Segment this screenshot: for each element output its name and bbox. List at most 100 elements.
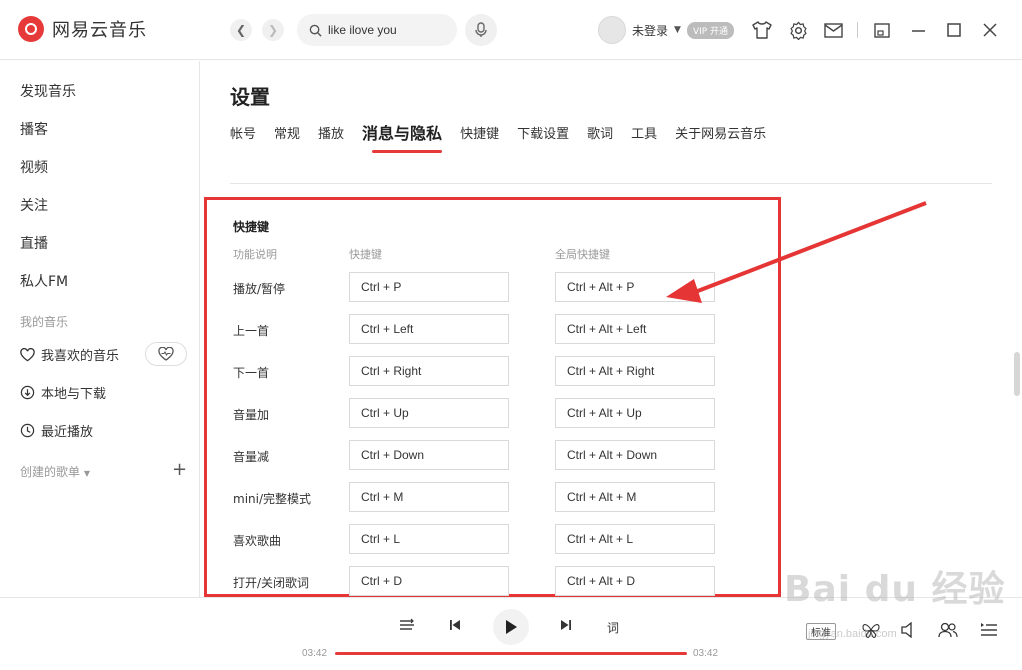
shortcut-input[interactable]: Ctrl + Left: [349, 314, 509, 344]
sidebar-item-discover[interactable]: 发现音乐: [20, 81, 76, 101]
shortcut-input[interactable]: Ctrl + Right: [349, 356, 509, 386]
add-playlist-button[interactable]: +: [172, 459, 187, 480]
app-title: 网易云音乐: [52, 20, 147, 41]
back-button[interactable]: ❮: [230, 19, 252, 41]
sidebar-item-liked-music[interactable]: 我喜欢的音乐: [20, 345, 119, 364]
sidebar-item-local-download[interactable]: 本地与下载: [20, 383, 106, 402]
search-input[interactable]: [328, 23, 448, 37]
vip-badge[interactable]: VIP 开通: [686, 21, 735, 39]
global-shortcut-input[interactable]: Ctrl + Alt + Left: [555, 314, 715, 344]
shortcut-input[interactable]: Ctrl + L: [349, 524, 509, 554]
playlist-mode-button[interactable]: [399, 618, 415, 632]
play-button[interactable]: [493, 609, 529, 645]
global-shortcut-input[interactable]: Ctrl + Alt + D: [555, 566, 715, 596]
tab-account[interactable]: 帐号: [230, 123, 256, 144]
skin-button[interactable]: [751, 19, 773, 41]
settings-button[interactable]: [787, 19, 809, 41]
app-logo[interactable]: 网易云音乐: [18, 16, 147, 42]
tshirt-icon: [752, 21, 772, 39]
column-header-shortcut: 快捷键: [349, 248, 382, 261]
global-shortcut-input[interactable]: Ctrl + Alt + P: [555, 272, 715, 302]
mini-mode-icon: [874, 22, 890, 38]
current-time: 03:42: [302, 648, 328, 659]
progress-bar[interactable]: [335, 652, 687, 655]
my-music-heading: 我的音乐: [20, 315, 69, 329]
minimize-button[interactable]: [907, 19, 929, 41]
top-bar: 网易云音乐 ❮ ❯ 未登录 ▼ VIP 开通: [0, 0, 1022, 60]
shortcut-input[interactable]: Ctrl + M: [349, 482, 509, 512]
global-shortcut-input[interactable]: Ctrl + Alt + Right: [555, 356, 715, 386]
shortcut-input[interactable]: Ctrl + P: [349, 272, 509, 302]
global-shortcut-input[interactable]: Ctrl + Alt + M: [555, 482, 715, 512]
volume-button[interactable]: [900, 622, 918, 638]
voice-search-button[interactable]: [465, 14, 497, 46]
shortcut-label: 下一首: [233, 366, 270, 380]
scrollbar[interactable]: [1014, 352, 1020, 396]
sidebar-item-recent[interactable]: 最近播放: [20, 421, 93, 440]
shortcut-label: 音量加: [233, 408, 270, 422]
download-icon: [20, 385, 35, 400]
avatar: [598, 16, 626, 44]
chevron-left-icon: ❮: [235, 23, 247, 37]
messages-button[interactable]: [822, 19, 844, 41]
user-login[interactable]: 未登录 ▼ VIP 开通: [598, 16, 735, 44]
playlist-icon: [981, 623, 997, 636]
sidebar-item-follow[interactable]: 关注: [20, 195, 48, 215]
next-icon: [561, 620, 571, 630]
global-shortcut-input[interactable]: Ctrl + Alt + Up: [555, 398, 715, 428]
lyrics-toggle-button[interactable]: 词: [607, 619, 619, 636]
shortcuts-panel: 快捷键 功能说明 快捷键 全局快捷键 播放/暂停 Ctrl + P Ctrl + A…: [204, 197, 781, 597]
clock-icon: [20, 423, 35, 438]
column-header-function: 功能说明: [233, 248, 277, 261]
sidebar-item-live[interactable]: 直播: [20, 233, 48, 253]
minimize-icon: [911, 29, 925, 32]
shortcut-label: 音量减: [233, 450, 270, 464]
close-button[interactable]: [979, 19, 1001, 41]
sidebar-item-video[interactable]: 视频: [20, 157, 48, 177]
playlist-button[interactable]: [980, 623, 998, 637]
mic-icon: [475, 22, 487, 37]
tab-tools[interactable]: 工具: [631, 123, 657, 144]
previous-button[interactable]: [449, 619, 461, 631]
tab-lyrics[interactable]: 歌词: [587, 123, 613, 144]
shortcut-input[interactable]: Ctrl + Up: [349, 398, 509, 428]
maximize-icon: [947, 23, 961, 37]
heartbeat-icon: [158, 347, 174, 361]
play-icon: [506, 620, 517, 634]
previous-icon: [450, 620, 460, 630]
tab-about[interactable]: 关于网易云音乐: [675, 123, 766, 144]
topbar-divider: [857, 22, 858, 38]
repeat-list-icon: [400, 618, 414, 630]
shortcut-input[interactable]: Ctrl + D: [349, 566, 509, 596]
heartbeat-mode-button[interactable]: [145, 342, 187, 366]
user-name: 未登录: [632, 23, 669, 38]
divider: [230, 183, 992, 184]
created-playlists-heading[interactable]: 创建的歌单 ▼: [20, 463, 90, 480]
global-shortcut-input[interactable]: Ctrl + Alt + L: [555, 524, 715, 554]
search-icon: [309, 24, 322, 37]
sidebar-item-podcast[interactable]: 播客: [20, 119, 48, 139]
tab-playback[interactable]: 播放: [318, 123, 344, 144]
shortcut-input[interactable]: Ctrl + Down: [349, 440, 509, 470]
netease-music-logo-icon: [18, 16, 44, 42]
mini-mode-button[interactable]: [871, 19, 893, 41]
caret-down-icon: ▼: [674, 25, 681, 35]
sidebar-item-label: 我喜欢的音乐: [41, 349, 120, 364]
tab-general[interactable]: 常规: [274, 123, 300, 144]
shortcuts-title: 快捷键: [233, 220, 270, 234]
tab-message-privacy[interactable]: 消息与隐私: [362, 120, 443, 153]
maximize-button[interactable]: [943, 19, 965, 41]
listen-together-button[interactable]: [938, 622, 958, 638]
chevron-right-icon: ❯: [267, 23, 279, 37]
mail-icon: [823, 22, 843, 38]
search-box[interactable]: [297, 14, 457, 46]
next-button[interactable]: [560, 619, 572, 631]
sidebar-item-fm[interactable]: 私人FM: [20, 271, 68, 291]
tab-download-settings[interactable]: 下载设置: [517, 123, 569, 144]
close-icon: [983, 23, 997, 37]
shortcut-label: 喜欢歌曲: [233, 534, 282, 548]
forward-button[interactable]: ❯: [262, 19, 284, 41]
tab-shortcuts[interactable]: 快捷键: [460, 123, 499, 144]
gear-icon: [789, 21, 807, 40]
global-shortcut-input[interactable]: Ctrl + Alt + Down: [555, 440, 715, 470]
